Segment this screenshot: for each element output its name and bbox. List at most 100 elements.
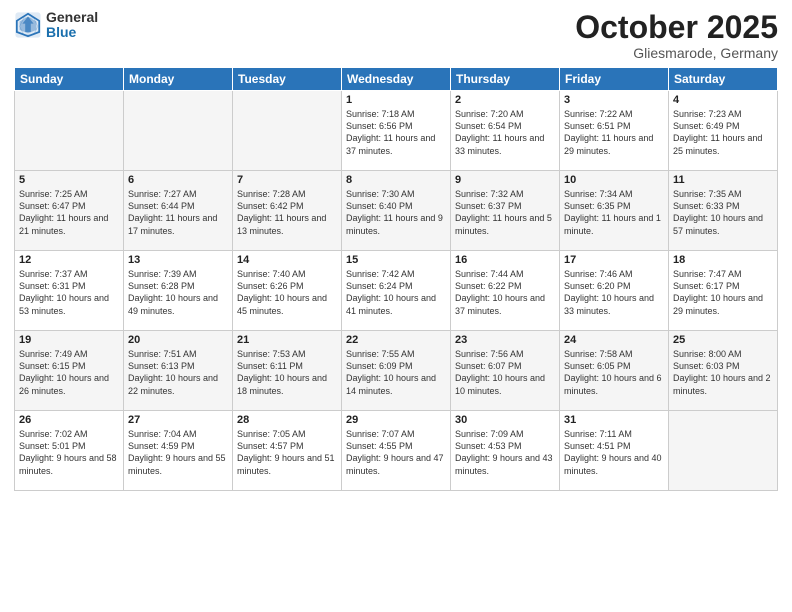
day-info: Sunrise: 7:11 AM Sunset: 4:51 PM Dayligh… xyxy=(564,428,664,477)
day-number: 5 xyxy=(19,174,119,186)
table-row: 27Sunrise: 7:04 AM Sunset: 4:59 PM Dayli… xyxy=(124,411,233,491)
table-row: 26 Sunrise: 7:02 AM Sunset: 5:01 PM Dayli… xyxy=(15,411,124,491)
day-number: 26 xyxy=(19,414,119,426)
table-row: 17 Sunrise: 7:46 AM Sunset: 6:20 PM Dayli… xyxy=(560,251,669,331)
table-row: 23 Sunrise: 7:56 AM Sunset: 6:07 PM Dayli… xyxy=(451,331,560,411)
table-row: 28 Sunrise: 7:05 AM Sunset: 4:57 PM Dayli… xyxy=(233,411,342,491)
day-info: Sunrise: 7:28 AM Sunset: 6:42 PM Dayligh… xyxy=(237,188,337,237)
col-monday: Monday xyxy=(124,68,233,91)
day-info: Sunrise: 7:09 AM Sunset: 4:53 PM Dayligh… xyxy=(455,428,555,477)
day-info: Sunrise: 7:56 AM Sunset: 6:07 PM Dayligh… xyxy=(455,348,555,397)
day-info: Sunrise: 7:58 AM Sunset: 6:05 PM Dayligh… xyxy=(564,348,664,397)
day-info: Sunrise: 7:18 AM Sunset: 6:56 PM Dayligh… xyxy=(346,108,446,157)
day-number: 1 xyxy=(346,94,446,106)
table-row: 9 Sunrise: 7:32 AM Sunset: 6:37 PM Daylig… xyxy=(451,171,560,251)
day-info: Sunrise: 7:05 AM Sunset: 4:57 PM Dayligh… xyxy=(237,428,337,477)
day-number: 10 xyxy=(564,174,664,186)
table-row: 18Sunrise: 7:47 AM Sunset: 6:17 PM Dayli… xyxy=(669,251,778,331)
day-number: 11 xyxy=(673,174,773,186)
table-row: 3Sunrise: 7:22 AM Sunset: 6:51 PM Daylig… xyxy=(560,91,669,171)
day-info: Sunrise: 7:23 AM Sunset: 6:49 PM Dayligh… xyxy=(673,108,773,157)
day-number: 19 xyxy=(19,334,119,346)
table-row xyxy=(124,91,233,171)
day-number: 29 xyxy=(346,414,446,426)
table-row: 11 Sunrise: 7:35 AM Sunset: 6:33 PM Dayli… xyxy=(669,171,778,251)
logo-blue-text: Blue xyxy=(46,25,98,40)
col-friday: Friday xyxy=(560,68,669,91)
table-row: 8 Sunrise: 7:30 AM Sunset: 6:40 PM Daylig… xyxy=(342,171,451,251)
day-number: 20 xyxy=(128,334,228,346)
day-number: 3 xyxy=(564,94,664,106)
table-row: 29 Sunrise: 7:07 AM Sunset: 4:55 PM Dayli… xyxy=(342,411,451,491)
month-title: October 2025 xyxy=(575,10,778,45)
day-number: 2 xyxy=(455,94,555,106)
day-info: Sunrise: 7:44 AM Sunset: 6:22 PM Dayligh… xyxy=(455,268,555,317)
table-row xyxy=(669,411,778,491)
day-number: 25 xyxy=(673,334,773,346)
day-info: Sunrise: 7:07 AM Sunset: 4:55 PM Dayligh… xyxy=(346,428,446,477)
day-number: 30 xyxy=(455,414,555,426)
day-info: Sunrise: 7:02 AM Sunset: 5:01 PM Dayligh… xyxy=(19,428,119,477)
day-number: 9 xyxy=(455,174,555,186)
day-info: Sunrise: 7:40 AM Sunset: 6:26 PM Dayligh… xyxy=(237,268,337,317)
calendar-header-row: Sunday Monday Tuesday Wednesday Thursday… xyxy=(15,68,778,91)
day-number: 8 xyxy=(346,174,446,186)
col-tuesday: Tuesday xyxy=(233,68,342,91)
day-number: 24 xyxy=(564,334,664,346)
col-thursday: Thursday xyxy=(451,68,560,91)
day-number: 16 xyxy=(455,254,555,266)
day-number: 18 xyxy=(673,254,773,266)
day-number: 28 xyxy=(237,414,337,426)
table-row: 10 Sunrise: 7:34 AM Sunset: 6:35 PM Dayli… xyxy=(560,171,669,251)
day-info: Sunrise: 7:32 AM Sunset: 6:37 PM Dayligh… xyxy=(455,188,555,237)
table-row: 2 Sunrise: 7:20 AM Sunset: 6:54 PM Daylig… xyxy=(451,91,560,171)
day-info: Sunrise: 7:35 AM Sunset: 6:33 PM Dayligh… xyxy=(673,188,773,237)
table-row: 6Sunrise: 7:27 AM Sunset: 6:44 PM Daylig… xyxy=(124,171,233,251)
table-row: 15 Sunrise: 7:42 AM Sunset: 6:24 PM Dayli… xyxy=(342,251,451,331)
location: Gliesmarode, Germany xyxy=(575,45,778,61)
table-row: 1 Sunrise: 7:18 AM Sunset: 6:56 PM Daylig… xyxy=(342,91,451,171)
day-number: 12 xyxy=(19,254,119,266)
table-row xyxy=(15,91,124,171)
day-number: 15 xyxy=(346,254,446,266)
day-number: 4 xyxy=(673,94,773,106)
table-row: 4 Sunrise: 7:23 AM Sunset: 6:49 PM Daylig… xyxy=(669,91,778,171)
day-number: 13 xyxy=(128,254,228,266)
day-info: Sunrise: 7:53 AM Sunset: 6:11 PM Dayligh… xyxy=(237,348,337,397)
day-info: Sunrise: 7:55 AM Sunset: 6:09 PM Dayligh… xyxy=(346,348,446,397)
day-number: 27 xyxy=(128,414,228,426)
day-number: 17 xyxy=(564,254,664,266)
table-row: 22 Sunrise: 7:55 AM Sunset: 6:09 PM Dayli… xyxy=(342,331,451,411)
day-info: Sunrise: 7:49 AM Sunset: 6:15 PM Dayligh… xyxy=(19,348,119,397)
day-number: 21 xyxy=(237,334,337,346)
title-block: October 2025 Gliesmarode, Germany xyxy=(575,10,778,61)
table-row: 21 Sunrise: 7:53 AM Sunset: 6:11 PM Dayli… xyxy=(233,331,342,411)
logo: General Blue xyxy=(14,10,98,41)
day-number: 6 xyxy=(128,174,228,186)
day-number: 22 xyxy=(346,334,446,346)
table-row: 16 Sunrise: 7:44 AM Sunset: 6:22 PM Dayli… xyxy=(451,251,560,331)
day-info: Sunrise: 7:51 AM Sunset: 6:13 PM Dayligh… xyxy=(128,348,228,397)
logo-icon xyxy=(14,11,42,39)
table-row: 24 Sunrise: 7:58 AM Sunset: 6:05 PM Dayli… xyxy=(560,331,669,411)
table-row: 30 Sunrise: 7:09 AM Sunset: 4:53 PM Dayli… xyxy=(451,411,560,491)
table-row: 25Sunrise: 8:00 AM Sunset: 6:03 PM Dayli… xyxy=(669,331,778,411)
day-info: Sunrise: 7:42 AM Sunset: 6:24 PM Dayligh… xyxy=(346,268,446,317)
day-number: 7 xyxy=(237,174,337,186)
table-row: 12Sunrise: 7:37 AM Sunset: 6:31 PM Dayli… xyxy=(15,251,124,331)
day-info: Sunrise: 7:20 AM Sunset: 6:54 PM Dayligh… xyxy=(455,108,555,157)
table-row: 13Sunrise: 7:39 AM Sunset: 6:28 PM Dayli… xyxy=(124,251,233,331)
logo-text: General Blue xyxy=(46,10,98,41)
header: General Blue October 2025 Gliesmarode, G… xyxy=(14,10,778,61)
day-info: Sunrise: 7:30 AM Sunset: 6:40 PM Dayligh… xyxy=(346,188,446,237)
day-info: Sunrise: 7:46 AM Sunset: 6:20 PM Dayligh… xyxy=(564,268,664,317)
col-sunday: Sunday xyxy=(15,68,124,91)
day-info: Sunrise: 7:25 AM Sunset: 6:47 PM Dayligh… xyxy=(19,188,119,237)
day-info: Sunrise: 7:34 AM Sunset: 6:35 PM Dayligh… xyxy=(564,188,664,237)
table-row: 5 Sunrise: 7:25 AM Sunset: 6:47 PM Daylig… xyxy=(15,171,124,251)
col-saturday: Saturday xyxy=(669,68,778,91)
day-number: 14 xyxy=(237,254,337,266)
day-number: 23 xyxy=(455,334,555,346)
logo-general-text: General xyxy=(46,10,98,25)
day-number: 31 xyxy=(564,414,664,426)
